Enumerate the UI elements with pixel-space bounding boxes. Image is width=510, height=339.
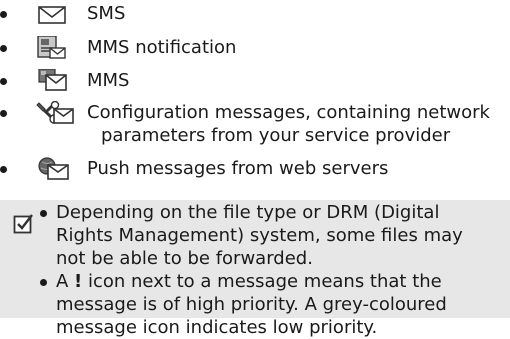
bullet-dot bbox=[0, 166, 7, 173]
mms-icon bbox=[36, 69, 86, 92]
note-box: Depending on the file type or DRM (Digit… bbox=[0, 200, 510, 338]
note-bullet-dot bbox=[40, 210, 47, 217]
note-text-line: Depending on the file type or DRM (Digit… bbox=[56, 202, 440, 223]
sms-envelope-icon bbox=[36, 2, 86, 25]
note-text-line: message is of high priority. A grey-colo… bbox=[56, 294, 447, 315]
item-text-configuration-line1: Configuration messages, containing netwo… bbox=[87, 102, 490, 123]
item-text-push: Push messages from web servers bbox=[87, 158, 389, 179]
checkbox-checked-icon bbox=[13, 213, 34, 234]
note-text-fragment: icon next to a message means that the bbox=[82, 271, 442, 292]
push-message-icon bbox=[36, 157, 86, 180]
note-text-line: message icon indicates low priority. bbox=[56, 317, 378, 338]
note-bullet-dot bbox=[40, 279, 47, 286]
item-text-mms-notification: MMS notification bbox=[87, 37, 237, 58]
mms-notification-icon bbox=[36, 36, 86, 59]
note-text-fragment: A bbox=[56, 271, 75, 292]
item-text-configuration-line2: parameters from your service provider bbox=[101, 125, 451, 146]
bullet-dot bbox=[0, 11, 7, 18]
list-item-mms-notification: MMS notification bbox=[0, 36, 510, 59]
configuration-message-icon bbox=[36, 101, 86, 124]
bullet-dot bbox=[0, 78, 7, 85]
list-item-mms: MMS bbox=[0, 69, 510, 92]
note-text-line: not be able to be forwarded. bbox=[56, 248, 313, 269]
list-item-sms: SMS bbox=[0, 2, 510, 25]
bullet-dot bbox=[0, 110, 7, 117]
bullet-dot bbox=[0, 45, 7, 52]
note-text-line: A ! icon next to a message means that th… bbox=[56, 270, 442, 293]
item-text-mms: MMS bbox=[87, 70, 130, 91]
list-item-configuration: Configuration messages, containing netwo… bbox=[0, 101, 510, 147]
note-text-line: Rights Management) system, some files ma… bbox=[56, 225, 463, 246]
item-text-sms: SMS bbox=[87, 3, 126, 24]
list-item-push: Push messages from web servers bbox=[0, 157, 510, 180]
